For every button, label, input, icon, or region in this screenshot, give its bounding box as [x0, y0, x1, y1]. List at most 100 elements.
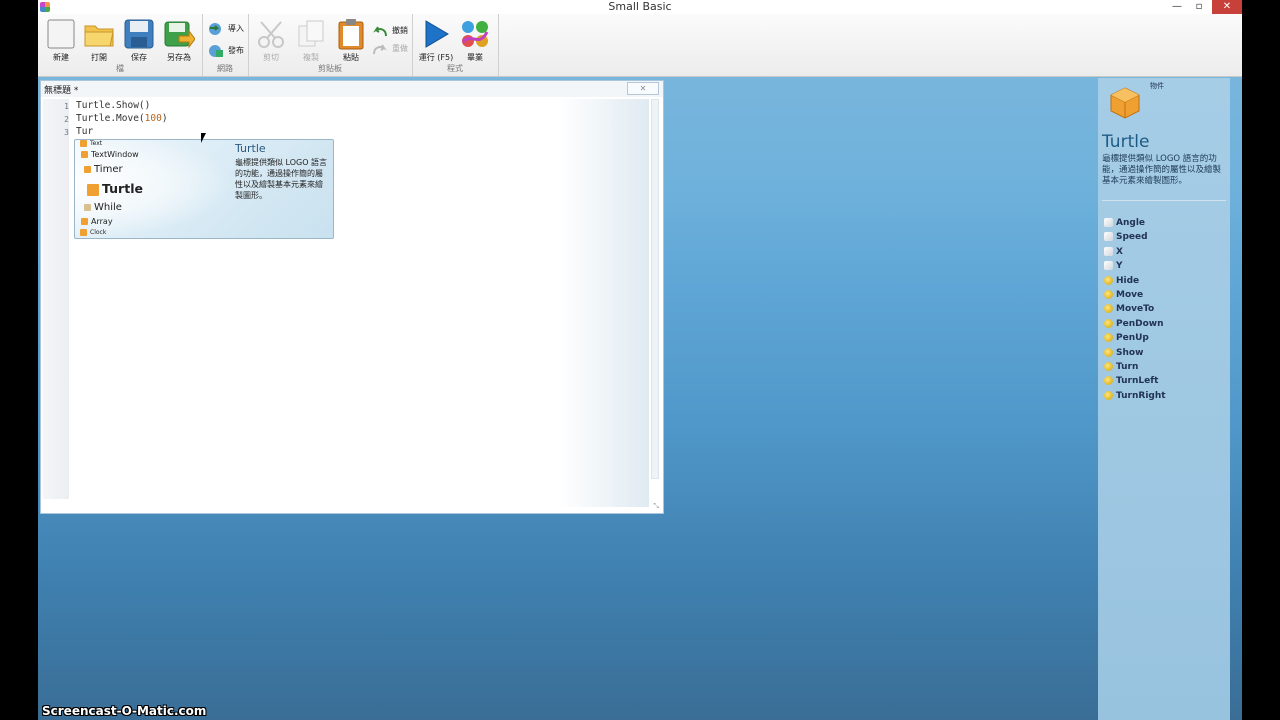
- run-button-label: 運行 (F5): [418, 53, 454, 62]
- operation-icon: [1104, 304, 1113, 314]
- object-icon: [84, 165, 91, 173]
- member-label: Hide: [1116, 275, 1140, 286]
- completion-item[interactable]: While: [84, 202, 122, 213]
- code-line-text: Turtle.Move(: [76, 113, 145, 124]
- program-group-label: 程式: [447, 64, 463, 73]
- member-property[interactable]: X: [1104, 246, 1123, 257]
- member-property[interactable]: Y: [1104, 261, 1123, 271]
- member-property[interactable]: Angle: [1104, 218, 1145, 228]
- import-icon: [208, 22, 224, 36]
- line-number: 3: [64, 128, 69, 137]
- member-label: Y: [1116, 261, 1123, 272]
- window-title: Small Basic: [608, 0, 672, 13]
- paste-button[interactable]: 粘貼: [332, 18, 370, 63]
- member-label: Move: [1116, 290, 1144, 300]
- object-icon: [81, 151, 88, 158]
- property-icon: [1104, 218, 1113, 227]
- run-button[interactable]: 運行 (F5): [417, 18, 455, 63]
- line-number: 2: [64, 115, 69, 124]
- editor-tab-title: 無標題 *: [44, 86, 79, 96]
- popup-title: Turtle: [235, 142, 266, 155]
- open-button[interactable]: 打開: [80, 18, 118, 63]
- graduate-button[interactable]: 畢業: [456, 18, 494, 63]
- copy-button-label: 複製: [303, 53, 319, 62]
- save-button[interactable]: 保存: [120, 18, 158, 63]
- completion-item[interactable]: TextWindow: [81, 150, 139, 159]
- completion-item-label: Array: [91, 217, 113, 226]
- vertical-scrollbar[interactable]: [651, 99, 659, 479]
- maximize-button[interactable]: ▫: [1188, 0, 1210, 14]
- member-operation[interactable]: Hide: [1104, 275, 1140, 286]
- member-operation[interactable]: TurnLeft: [1104, 376, 1158, 386]
- copy-button[interactable]: 複製: [292, 18, 330, 63]
- member-label: Turn: [1116, 362, 1139, 372]
- sidebar-category: 物件: [1150, 82, 1164, 90]
- completion-item[interactable]: Timer: [84, 164, 123, 175]
- member-label: TurnLeft: [1116, 376, 1159, 387]
- save-as-button[interactable]: 另存為: [160, 18, 198, 63]
- run-play-icon: [420, 18, 452, 50]
- intellisense-popup: Text TextWindow Timer Turtle While Array…: [74, 139, 334, 239]
- web-group-label: 網路: [217, 64, 233, 73]
- member-operation[interactable]: Show: [1104, 347, 1144, 358]
- new-button[interactable]: 新建: [42, 18, 80, 63]
- member-label: X: [1116, 246, 1123, 257]
- member-operation[interactable]: MoveTo: [1104, 304, 1154, 314]
- object-icon: [87, 183, 99, 196]
- paste-button-label: 粘貼: [343, 53, 359, 62]
- redo-button[interactable]: 重做: [372, 40, 408, 58]
- cut-button[interactable]: 剪切: [252, 18, 290, 63]
- program-group: 運行 (F5) 畢業 程式: [412, 14, 499, 76]
- member-label: Angle: [1116, 218, 1146, 228]
- save-as-button-label: 另存為: [167, 53, 191, 62]
- completion-item-label: While: [94, 202, 122, 213]
- code-line[interactable]: Turtle.Move(100): [76, 113, 168, 124]
- code-line[interactable]: Turtle.Show(): [76, 100, 150, 111]
- operation-icon: [1104, 376, 1113, 386]
- member-operation[interactable]: Move: [1104, 290, 1143, 300]
- member-label: PenUp: [1116, 333, 1149, 344]
- code-line-text: Turtle.Show(): [76, 100, 151, 111]
- completion-item-label: Turtle: [102, 181, 143, 196]
- graduate-button-label: 畢業: [467, 53, 483, 62]
- completion-item-label: Clock: [90, 229, 107, 236]
- editor-close-button[interactable]: ✕: [627, 82, 659, 95]
- import-button[interactable]: 導入: [208, 20, 244, 38]
- member-operation[interactable]: Turn: [1104, 362, 1138, 372]
- operation-icon: [1104, 290, 1113, 299]
- member-operation[interactable]: TurnRight: [1104, 390, 1166, 401]
- watermark: Screencast-O-Matic.com: [42, 704, 207, 718]
- resize-grip-icon[interactable]: ⤡: [653, 502, 659, 511]
- property-icon: [1104, 246, 1113, 256]
- operation-icon: [1104, 362, 1113, 371]
- file-group-label: 檔: [116, 64, 124, 73]
- undo-button[interactable]: 撤銷: [372, 22, 408, 40]
- member-label: Show: [1116, 347, 1144, 358]
- scissors-icon: [255, 18, 287, 50]
- completion-item-selected[interactable]: Turtle: [87, 181, 143, 196]
- property-icon: [1104, 232, 1113, 242]
- member-label: MoveTo: [1116, 304, 1155, 315]
- editor-fade-decoration: [559, 99, 649, 507]
- code-line[interactable]: Tur: [76, 126, 93, 137]
- member-property[interactable]: Speed: [1104, 232, 1148, 242]
- completion-item-label: TextWindow: [91, 150, 139, 159]
- minimize-button[interactable]: —: [1166, 0, 1188, 14]
- completion-item[interactable]: Array: [81, 217, 113, 226]
- sidebar-description: 龜標提供類似 LOGO 語言的功能，通過操作簡的屬性以及繪製基本元素來繪製圖形。: [1102, 154, 1222, 186]
- code-number-literal: 100: [144, 113, 162, 124]
- publish-button[interactable]: 發布: [208, 42, 244, 60]
- clipboard-icon: [335, 18, 367, 50]
- completion-item[interactable]: Clock: [80, 229, 106, 236]
- close-button[interactable]: ✕: [1212, 0, 1242, 14]
- completion-item-label: Text: [90, 140, 103, 147]
- completion-item-label: Timer: [94, 164, 123, 175]
- completion-item[interactable]: Text: [80, 140, 102, 147]
- undo-label: 撤銷: [392, 26, 408, 35]
- open-button-label: 打開: [91, 53, 107, 62]
- line-number: 1: [64, 102, 69, 111]
- code-line-text: ): [161, 113, 168, 124]
- member-operation[interactable]: PenDown: [1104, 318, 1163, 329]
- member-operation[interactable]: PenUp: [1104, 333, 1149, 343]
- clipboard-group: 剪切 複製 粘貼 撤銷 重做 剪貼板: [248, 14, 413, 76]
